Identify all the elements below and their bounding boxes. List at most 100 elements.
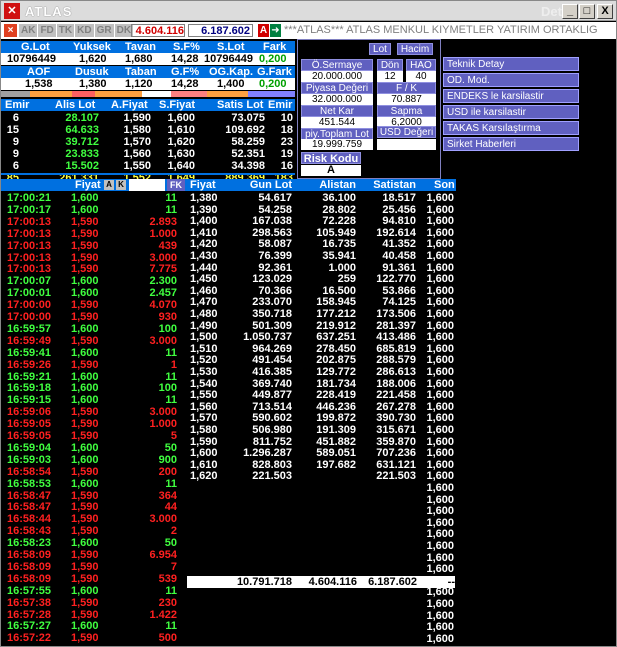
gf-header: G.F% bbox=[171, 66, 200, 78]
depth-cell: 54.617 bbox=[258, 192, 292, 204]
depth-cell: 1,600 bbox=[426, 331, 454, 344]
trade-lot: 11 bbox=[165, 477, 177, 490]
trade-row: 16:57:28 1,590 1.422 bbox=[7, 609, 177, 621]
maximize-button[interactable]: □ bbox=[579, 4, 595, 19]
sirket-haberleri-menu[interactable]: Sirket Haberleri bbox=[443, 137, 579, 151]
trade-price: 1,590 bbox=[71, 263, 99, 276]
trade-row: 16:58:54 1,590 200 bbox=[7, 466, 177, 478]
depth-fiyat-header: Fiyat bbox=[190, 179, 216, 191]
a-button[interactable]: A bbox=[258, 24, 269, 37]
trade-row: 17:00:13 1,590 2.893 bbox=[7, 216, 177, 228]
tab-tk[interactable]: TK bbox=[56, 24, 76, 37]
orderbook-row: 6 15.502 1,550 1,640 34.398 16 bbox=[1, 160, 295, 172]
trade-row: 16:58:47 1,590 44 bbox=[7, 501, 177, 513]
taban-value: 1,120 bbox=[125, 78, 153, 90]
fark-value: 0,200 bbox=[259, 53, 287, 65]
usd-degeri-button[interactable]: USD Değeri bbox=[377, 126, 436, 138]
lot-button[interactable]: Lot bbox=[369, 43, 391, 55]
trade-price: 1,600 bbox=[71, 370, 99, 383]
tab-kd[interactable]: KD bbox=[75, 24, 95, 37]
trade-price: 1,590 bbox=[71, 239, 99, 252]
tab-gr[interactable]: GR bbox=[94, 24, 115, 37]
depth-row: 1,520 491.454 202.875 288.579 1,600 bbox=[186, 354, 456, 366]
trade-lot: 439 bbox=[158, 239, 177, 252]
depth-satistan-header: Satistan bbox=[373, 179, 416, 191]
trade-lot: 11 bbox=[165, 584, 177, 597]
od-mod-menu[interactable]: OD. Mod. bbox=[443, 73, 579, 87]
depth-cell: 192.614 bbox=[376, 226, 416, 239]
teknik-detay-menu[interactable]: Teknik Detay bbox=[443, 57, 579, 71]
depth-son-cell: 1,600 bbox=[426, 516, 454, 529]
summary1-header: G.Lot Yuksek Tavan S.F% S.Lot Fark bbox=[1, 41, 295, 53]
trade-time: 16:59:57 bbox=[7, 322, 52, 335]
endeks-menu[interactable]: ENDEKS le karsilastir bbox=[443, 89, 579, 103]
trades-filter-input[interactable] bbox=[129, 179, 165, 191]
trade-time: 17:00:21 bbox=[7, 192, 52, 204]
trade-lot: 3.000 bbox=[149, 334, 177, 347]
depth-son-cell: 1,600 bbox=[426, 528, 454, 541]
orderbook-cell: 1,580 bbox=[123, 124, 151, 136]
toolbar: × AK FD TK KD GR DK 4.604.116 6.187.602 … bbox=[1, 22, 616, 39]
hacim-button[interactable]: Hacim bbox=[397, 43, 433, 55]
depth-row: 1,610 828.803 197.682 631.121 1,600 bbox=[186, 459, 456, 471]
trade-row: 16:59:49 1,590 3.000 bbox=[7, 335, 177, 347]
trade-price: 1,590 bbox=[71, 358, 99, 371]
trade-price: 1,600 bbox=[71, 322, 99, 335]
title-bar[interactable]: ✕ ATLAS Detay _ □ X bbox=[1, 1, 616, 21]
arrow-right-icon[interactable]: ➜ bbox=[270, 24, 281, 37]
dusuk-header: Dusuk bbox=[75, 66, 109, 78]
trade-lot: 1.000 bbox=[149, 227, 177, 240]
orderbook-cell: 9 bbox=[12, 148, 19, 160]
tab-fd[interactable]: FD bbox=[38, 24, 57, 37]
trade-row: 16:57:27 1,600 11 bbox=[7, 620, 177, 632]
depth-cell: 1,390 bbox=[190, 203, 218, 216]
depth-cell: 1,600 bbox=[426, 261, 454, 274]
summary2-values: 1,538 1,380 1,120 14,28 1,400 0,200 bbox=[1, 78, 295, 90]
depth-row: 1,580 506.980 191.309 315.671 1,600 bbox=[186, 424, 456, 436]
trade-time: 16:59:05 bbox=[7, 418, 52, 431]
depth-cell: 221.503 bbox=[376, 470, 416, 483]
depth-row: 1,590 811.752 451.882 359.870 1,600 bbox=[186, 436, 456, 448]
depth-cell: 219.912 bbox=[316, 319, 356, 332]
taban-header: Taban bbox=[125, 66, 157, 78]
depth-cell: 129.772 bbox=[316, 366, 356, 378]
glot-value: 10796449 bbox=[7, 53, 56, 65]
trade-price: 1,590 bbox=[71, 227, 99, 240]
trades-fk-button[interactable]: FK bbox=[167, 179, 185, 191]
depth-cell: 53.866 bbox=[382, 284, 416, 297]
depth-total-gunlot: 10.791.718 bbox=[236, 576, 292, 588]
orderbook-row: 15 64.633 1,580 1,610 109.692 18 bbox=[1, 124, 295, 136]
hao-value: 40 bbox=[406, 71, 436, 82]
depth-son-cell: 1,600 bbox=[426, 609, 454, 622]
trade-price: 1,590 bbox=[71, 251, 99, 264]
depth-cell: 1,600 bbox=[426, 215, 454, 228]
orderbook-cell: 16 bbox=[280, 160, 293, 172]
tab-ak[interactable]: AK bbox=[19, 24, 39, 37]
trade-lot: 11 bbox=[165, 394, 177, 407]
depth-cell: 1,540 bbox=[190, 377, 218, 390]
company-marquee: ***ATLAS*** ATLAS MENKUL KIYMETLER YATIR… bbox=[284, 24, 598, 36]
trade-row: 16:58:43 1,590 2 bbox=[7, 525, 177, 537]
trade-time: 16:59:04 bbox=[7, 441, 52, 454]
takas-menu[interactable]: TAKAS Karsılaştırma bbox=[443, 121, 579, 135]
trades-k-button[interactable]: K bbox=[116, 180, 126, 190]
minimize-button[interactable]: _ bbox=[562, 4, 578, 19]
satis-total: 6.187.602 bbox=[188, 24, 253, 37]
depth-son-cell: 1,600 bbox=[426, 505, 454, 518]
trade-row: 17:00:13 1,590 439 bbox=[7, 240, 177, 252]
trade-lot: 930 bbox=[158, 311, 177, 323]
depth-cell: 1.000 bbox=[328, 261, 356, 274]
trade-time: 17:00:00 bbox=[7, 311, 52, 323]
usd-compare-menu[interactable]: USD ile karsilastir bbox=[443, 105, 579, 119]
depth-cell: 811.752 bbox=[252, 435, 292, 448]
close-icon[interactable]: × bbox=[4, 24, 17, 37]
depth-cell: 637.251 bbox=[316, 331, 356, 344]
close-button[interactable]: X bbox=[597, 4, 613, 19]
piytoplam-value: 19.999.759 bbox=[301, 139, 373, 150]
depth-cell: 1,600 bbox=[426, 296, 454, 309]
depth-cell: 1,460 bbox=[190, 284, 218, 297]
depth-son-cell: 1,600 bbox=[426, 551, 454, 564]
trade-time: 17:00:13 bbox=[7, 215, 52, 228]
trade-time: 17:00:13 bbox=[7, 239, 52, 252]
trades-a-button[interactable]: A bbox=[104, 180, 114, 190]
